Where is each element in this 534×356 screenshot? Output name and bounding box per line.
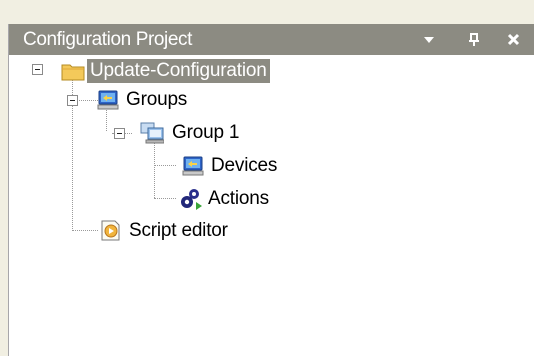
groups-icon: [96, 88, 120, 112]
group-computers-icon: [140, 121, 165, 145]
tree-item-devices[interactable]: Devices: [211, 154, 277, 178]
tree-item-group-1[interactable]: Group 1: [172, 121, 239, 145]
panel-title: Configuration Project: [23, 29, 193, 50]
project-tree: Update-Configuration Groups Group 1 Devi…: [9, 55, 534, 356]
close-icon[interactable]: [500, 24, 526, 55]
tree-item-update-configuration[interactable]: Update-Configuration: [87, 59, 270, 83]
actions-gears-icon: [179, 187, 203, 211]
tree-item-actions[interactable]: Actions: [208, 187, 269, 211]
pin-icon[interactable]: [461, 24, 487, 55]
panel-titlebar: Configuration Project: [9, 24, 534, 55]
expander-update-configuration[interactable]: [32, 64, 43, 75]
folder-icon: [61, 59, 85, 83]
devices-icon: [181, 154, 205, 178]
tree-item-script-editor[interactable]: Script editor: [129, 219, 228, 243]
dropdown-arrow-icon[interactable]: [416, 24, 442, 55]
expander-group-1[interactable]: [114, 128, 125, 139]
expander-groups[interactable]: [67, 95, 78, 106]
configuration-project-panel: Configuration Project Update-Configurati…: [8, 24, 534, 356]
script-editor-icon: [98, 218, 122, 242]
tree-item-groups[interactable]: Groups: [126, 88, 187, 112]
